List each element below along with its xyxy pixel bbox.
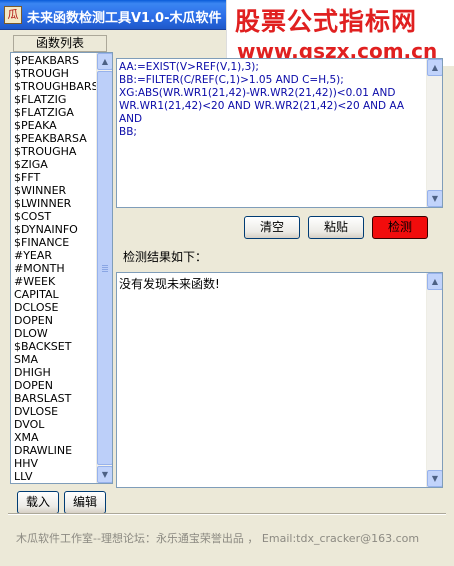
function-list-items: $PEAKBARS $TROUGH $TROUGHBARS $FLATZIG $FLAT… bbox=[13, 54, 99, 483]
function-list-item[interactable]: #YEAR bbox=[13, 249, 97, 262]
function-list-item[interactable]: $TROUGHBARS bbox=[13, 80, 99, 93]
function-list-item[interactable]: $PEAKA bbox=[13, 119, 97, 132]
function-list-item[interactable]: $TROUGH bbox=[13, 67, 97, 80]
function-list-item[interactable]: DOPEN bbox=[13, 314, 97, 327]
function-list-item[interactable]: DOPEN bbox=[13, 379, 97, 392]
window-title: 未来函数检测工具V1.0-木瓜软件 bbox=[27, 11, 222, 26]
result-box[interactable]: 没有发现未来函数! ▲ ▼ bbox=[116, 272, 443, 488]
function-list-item[interactable]: $FLATZIG bbox=[13, 93, 97, 106]
footer-credits: 木瓜软件工作室--理想论坛：永乐通宝荣誉出品 ， Email:tdx_crack… bbox=[16, 532, 420, 545]
function-list-item[interactable]: $ZIGA bbox=[13, 158, 97, 171]
function-list-item[interactable]: XMA bbox=[13, 431, 97, 444]
function-list-item[interactable]: CAPITAL bbox=[13, 288, 97, 301]
function-list-item[interactable]: $BACKSET bbox=[13, 340, 97, 353]
editor-scrollbar[interactable]: ▲ ▼ bbox=[426, 59, 442, 207]
grip-line bbox=[102, 271, 108, 272]
function-list-item[interactable]: BARSLAST bbox=[13, 392, 97, 405]
scroll-up-icon[interactable]: ▲ bbox=[427, 273, 442, 290]
formula-editor[interactable]: AA:=EXIST(V>REF(V,1),3); BB:=FILTER(C/RE… bbox=[116, 58, 443, 208]
paste-button[interactable]: 粘贴 bbox=[308, 216, 364, 239]
scroll-down-icon[interactable]: ▼ bbox=[427, 470, 442, 487]
function-list-item[interactable]: #WEEK bbox=[13, 275, 97, 288]
function-list-item[interactable]: DHIGH bbox=[13, 366, 97, 379]
watermark: 股票公式指标网 www.gszx.com.cn bbox=[226, 0, 454, 66]
function-list-header: 函数列表 bbox=[13, 35, 107, 52]
scroll-up-icon[interactable]: ▲ bbox=[97, 53, 112, 70]
scroll-up-icon[interactable]: ▲ bbox=[427, 59, 442, 76]
function-list-item[interactable]: $TROUGHA bbox=[13, 145, 97, 158]
function-list-item[interactable]: $PEAKBARS bbox=[13, 54, 97, 67]
function-list-item[interactable]: DCLOSE bbox=[13, 301, 97, 314]
function-list-item[interactable]: HHV bbox=[13, 457, 97, 470]
function-list-item[interactable]: DVOL bbox=[13, 418, 97, 431]
grip-line bbox=[102, 269, 108, 270]
function-list-item[interactable]: DVLOSE bbox=[13, 405, 97, 418]
result-scrollbar[interactable]: ▲ ▼ bbox=[426, 273, 442, 487]
clear-button[interactable]: 清空 bbox=[244, 216, 300, 239]
watermark-title: 股票公式指标网 bbox=[235, 7, 418, 36]
edit-button[interactable]: 编辑 bbox=[64, 491, 106, 514]
function-list-item[interactable]: SMA bbox=[13, 353, 97, 366]
function-list[interactable]: $PEAKBARS $TROUGH $TROUGHBARS $FLATZIG $FLAT… bbox=[10, 52, 113, 484]
function-list-item[interactable]: $FFT bbox=[13, 171, 97, 184]
app-icon[interactable]: 瓜 bbox=[4, 6, 22, 24]
scroll-down-icon[interactable]: ▼ bbox=[97, 466, 112, 483]
footer-separator bbox=[8, 513, 446, 515]
scroll-thumb[interactable] bbox=[97, 71, 112, 465]
result-label: 检测结果如下： bbox=[123, 250, 208, 264]
function-list-item[interactable]: #MONTH bbox=[13, 262, 97, 275]
function-list-item[interactable]: $LWINNER bbox=[13, 197, 97, 210]
grip-line bbox=[102, 267, 108, 268]
grip-line bbox=[102, 265, 108, 266]
result-text: 没有发现未来函数! bbox=[119, 277, 220, 291]
function-list-item[interactable]: DLOW bbox=[13, 327, 97, 340]
formula-text[interactable]: AA:=EXIST(V>REF(V,1),3); BB:=FILTER(C/RE… bbox=[119, 61, 425, 139]
function-list-item[interactable]: $WINNER bbox=[13, 184, 97, 197]
function-list-scrollbar[interactable]: ▲ ▼ bbox=[96, 53, 112, 483]
scroll-down-icon[interactable]: ▼ bbox=[427, 190, 442, 207]
function-list-item[interactable]: $PEAKBARSA bbox=[13, 132, 97, 145]
function-list-item[interactable]: $DYNAINFO bbox=[13, 223, 97, 236]
check-button[interactable]: 检测 bbox=[372, 216, 428, 239]
function-list-item[interactable]: DRAWLINE bbox=[13, 444, 97, 457]
function-list-item[interactable]: $FINANCE bbox=[13, 236, 97, 249]
load-button[interactable]: 载入 bbox=[17, 491, 59, 514]
function-list-item[interactable]: $FLATZIGA bbox=[13, 106, 97, 119]
function-list-item[interactable]: $COST bbox=[13, 210, 97, 223]
function-list-item[interactable]: LLV bbox=[13, 470, 97, 483]
